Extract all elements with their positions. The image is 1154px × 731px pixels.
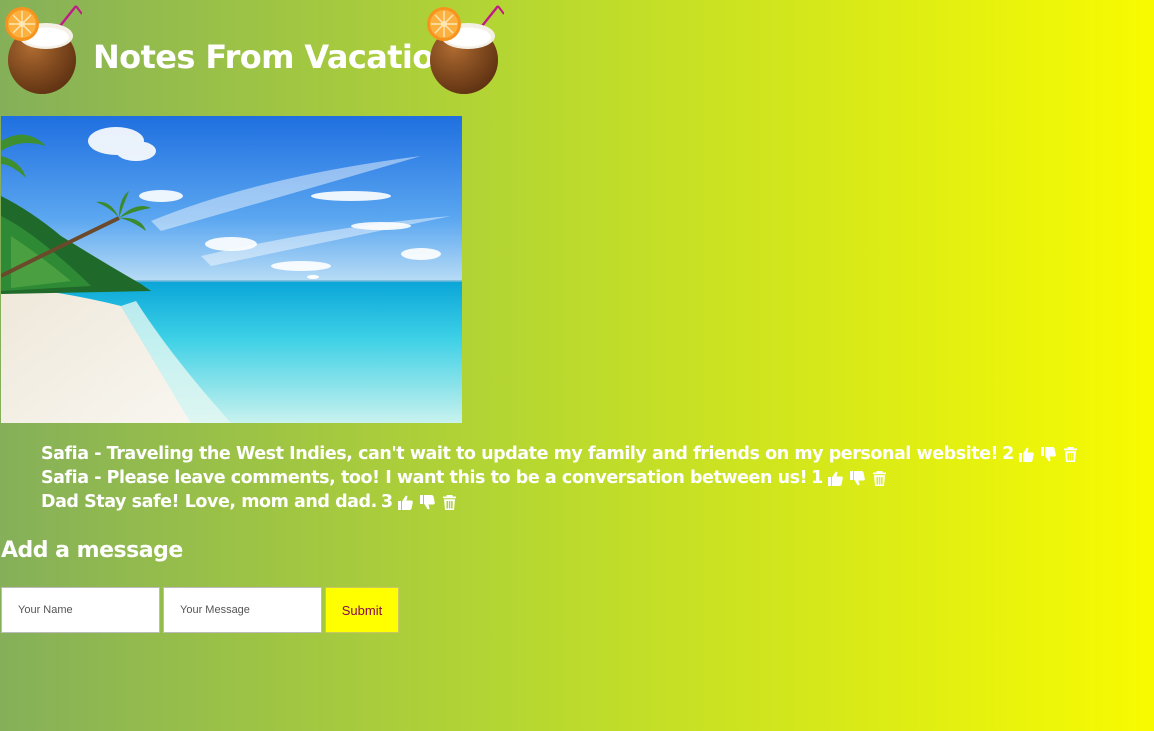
- name-input[interactable]: [1, 587, 160, 633]
- submit-button[interactable]: Submit: [325, 587, 399, 633]
- message-list: Safia - Traveling the West Indies, can't…: [41, 442, 1084, 514]
- tropical-beach-illustration: [1, 116, 462, 423]
- like-count: 3: [380, 492, 393, 512]
- thumbs-down-icon[interactable]: [419, 494, 436, 511]
- list-item: Safia - Traveling the West Indies, can't…: [41, 442, 1084, 466]
- thumbs-up-icon[interactable]: [397, 494, 414, 511]
- trash-icon[interactable]: [1062, 446, 1079, 463]
- trash-icon[interactable]: [441, 494, 458, 511]
- message-input[interactable]: [163, 587, 322, 633]
- coconut-drink-icon: [427, 5, 504, 94]
- page-title: Notes From Vacation: [93, 38, 456, 76]
- message-text: Dad Stay safe! Love, mom and dad.: [41, 492, 377, 512]
- thumbs-up-icon[interactable]: [1018, 446, 1035, 463]
- thumbs-down-icon[interactable]: [1040, 446, 1057, 463]
- message-text: Safia - Traveling the West Indies, can't…: [41, 444, 999, 464]
- list-item: Dad Stay safe! Love, mom and dad. 3: [41, 490, 1084, 514]
- list-item: Safia - Please leave comments, too! I wa…: [41, 466, 1084, 490]
- trash-icon[interactable]: [871, 470, 888, 487]
- message-text: Safia - Please leave comments, too! I wa…: [41, 468, 808, 488]
- like-count: 2: [1002, 444, 1014, 464]
- thumbs-down-icon[interactable]: [849, 470, 866, 487]
- coconut-drink-icon: [5, 5, 82, 94]
- like-count: 1: [811, 468, 823, 488]
- page-header: Notes From Vacation: [0, 0, 520, 100]
- add-message-heading: Add a message: [1, 538, 183, 563]
- beach-photo: [1, 116, 462, 423]
- thumbs-up-icon[interactable]: [827, 470, 844, 487]
